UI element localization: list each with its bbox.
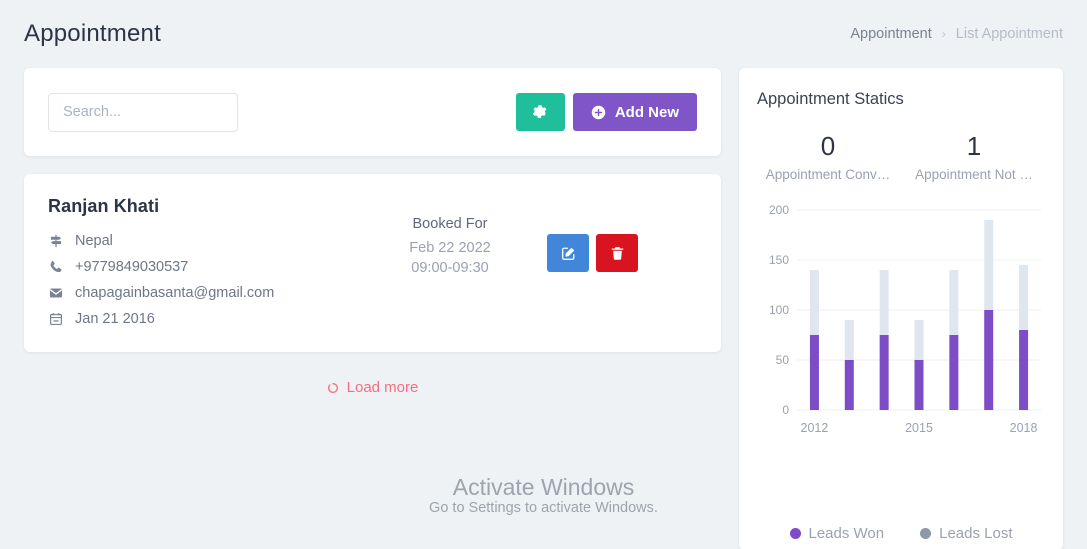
svg-text:150: 150 [769, 253, 789, 267]
bar-segment-leads-won [809, 335, 819, 410]
bar-segment-leads-won [844, 360, 854, 410]
load-more-label: Load more [346, 379, 419, 396]
statistics-title: Appointment Statics [757, 90, 904, 108]
booked-for-time: 09:00-09:30 [411, 260, 489, 276]
gear-icon [532, 104, 548, 120]
phone-icon [48, 260, 63, 274]
info-row-date: Jan 21 2016 [48, 306, 353, 332]
appointment-card: Ranjan Khati Nepal +9779849030537 chapag… [24, 174, 721, 352]
statistics-counters: 0 Appointment Conv… 1 Appointment Not … [755, 131, 1047, 182]
legend-label: Leads Lost [939, 525, 1013, 542]
appointment-actions [547, 196, 697, 332]
edit-appointment-button[interactable] [547, 234, 589, 272]
svg-text:0: 0 [782, 403, 789, 417]
add-new-button[interactable]: Add New [572, 93, 697, 131]
calendar-icon [48, 312, 63, 326]
counter-appointment-not-converted: 1 Appointment Not … [901, 131, 1047, 182]
chart-canvas: 0 50 100 150 200 2012 2015 2018 [769, 203, 1041, 435]
info-row-email: chapagainbasanta@gmail.com [48, 280, 353, 306]
legend-color-swatch [789, 528, 801, 539]
chevron-right-icon: › [941, 27, 946, 41]
bar-segment-leads-won [879, 335, 889, 410]
bar-segment-leads-lost [984, 220, 994, 310]
info-row-phone: +9779849030537 [48, 254, 353, 280]
info-row-location: Nepal [48, 228, 353, 254]
bar-segment-leads-won [984, 310, 994, 410]
counter-appointment-converted: 0 Appointment Conv… [755, 131, 901, 182]
add-new-label: Add New [614, 103, 679, 121]
load-more-button[interactable]: Load more [327, 379, 419, 396]
booked-for-label: Booked For [412, 216, 488, 232]
delete-appointment-button[interactable] [596, 234, 638, 272]
location-text: Nepal [75, 233, 113, 249]
breadcrumb: Appointment › List Appointment [850, 26, 1063, 42]
settings-button[interactable] [515, 93, 565, 131]
bar-segment-leads-lost [844, 320, 854, 360]
svg-text:50: 50 [776, 353, 790, 367]
bar-segment-leads-lost [914, 320, 924, 360]
breadcrumb-parent[interactable]: Appointment [850, 26, 931, 42]
bar-segment-leads-won [914, 360, 924, 410]
bar-segment-leads-lost [879, 270, 889, 335]
svg-text:200: 200 [769, 203, 789, 217]
booked-for-date: Feb 22 2022 [409, 240, 491, 256]
bar-segment-leads-won [949, 335, 959, 410]
svg-text:2012: 2012 [801, 421, 829, 435]
counter-label: Appointment Conv… [765, 167, 891, 182]
legend-label: Leads Won [808, 525, 885, 542]
legend-item-leads-won[interactable]: Leads Won [789, 525, 885, 542]
main-layout: Add New Ranjan Khati Nepal [0, 68, 1087, 549]
appointment-list-column: Add New Ranjan Khati Nepal [24, 68, 721, 396]
svg-text:100: 100 [769, 303, 789, 317]
load-more-wrap: Load more [24, 379, 721, 396]
bar-segment-leads-lost [949, 270, 959, 335]
bar-segment-leads-won [1019, 330, 1029, 410]
appointment-contact-info: Ranjan Khati Nepal +9779849030537 chapag… [48, 196, 353, 332]
svg-text:2015: 2015 [905, 421, 933, 435]
legend-item-leads-lost[interactable]: Leads Lost [920, 525, 1013, 542]
svg-text:2018: 2018 [1010, 421, 1038, 435]
counter-value: 0 [820, 131, 836, 161]
legend-color-swatch [920, 528, 932, 539]
envelope-icon [48, 286, 63, 300]
spinner-icon [327, 382, 339, 394]
phone-text: +9779849030537 [75, 259, 189, 275]
page-header: Appointment Appointment › List Appointme… [0, 0, 1087, 68]
search-input[interactable] [48, 92, 238, 132]
pencil-square-icon [561, 246, 576, 261]
bar-segment-leads-lost [1019, 265, 1029, 330]
signpost-icon [48, 234, 63, 248]
booked-for-block: Booked For Feb 22 2022 09:00-09:30 [353, 196, 547, 332]
plus-circle-icon [591, 105, 606, 120]
chart-legend: Leads Won Leads Lost [739, 525, 1063, 542]
counter-value: 1 [966, 131, 982, 161]
bar-segment-leads-lost [809, 270, 819, 335]
breadcrumb-current: List Appointment [955, 26, 1063, 42]
leads-bar-chart: 0 50 100 150 200 2012 2015 2018 [755, 198, 1047, 448]
page-title: Appointment [24, 20, 161, 47]
toolbar-card: Add New [24, 68, 721, 156]
statistics-column: Appointment Statics 0 Appointment Conv… … [739, 68, 1063, 549]
date-text: Jan 21 2016 [75, 311, 155, 327]
trash-icon [610, 246, 625, 261]
appointment-name: Ranjan Khati [48, 196, 160, 216]
appointment-statics-card: Appointment Statics 0 Appointment Conv… … [739, 68, 1063, 549]
counter-label: Appointment Not … [915, 167, 1033, 182]
toolbar-actions: Add New [515, 93, 697, 131]
email-text: chapagainbasanta@gmail.com [75, 285, 275, 301]
